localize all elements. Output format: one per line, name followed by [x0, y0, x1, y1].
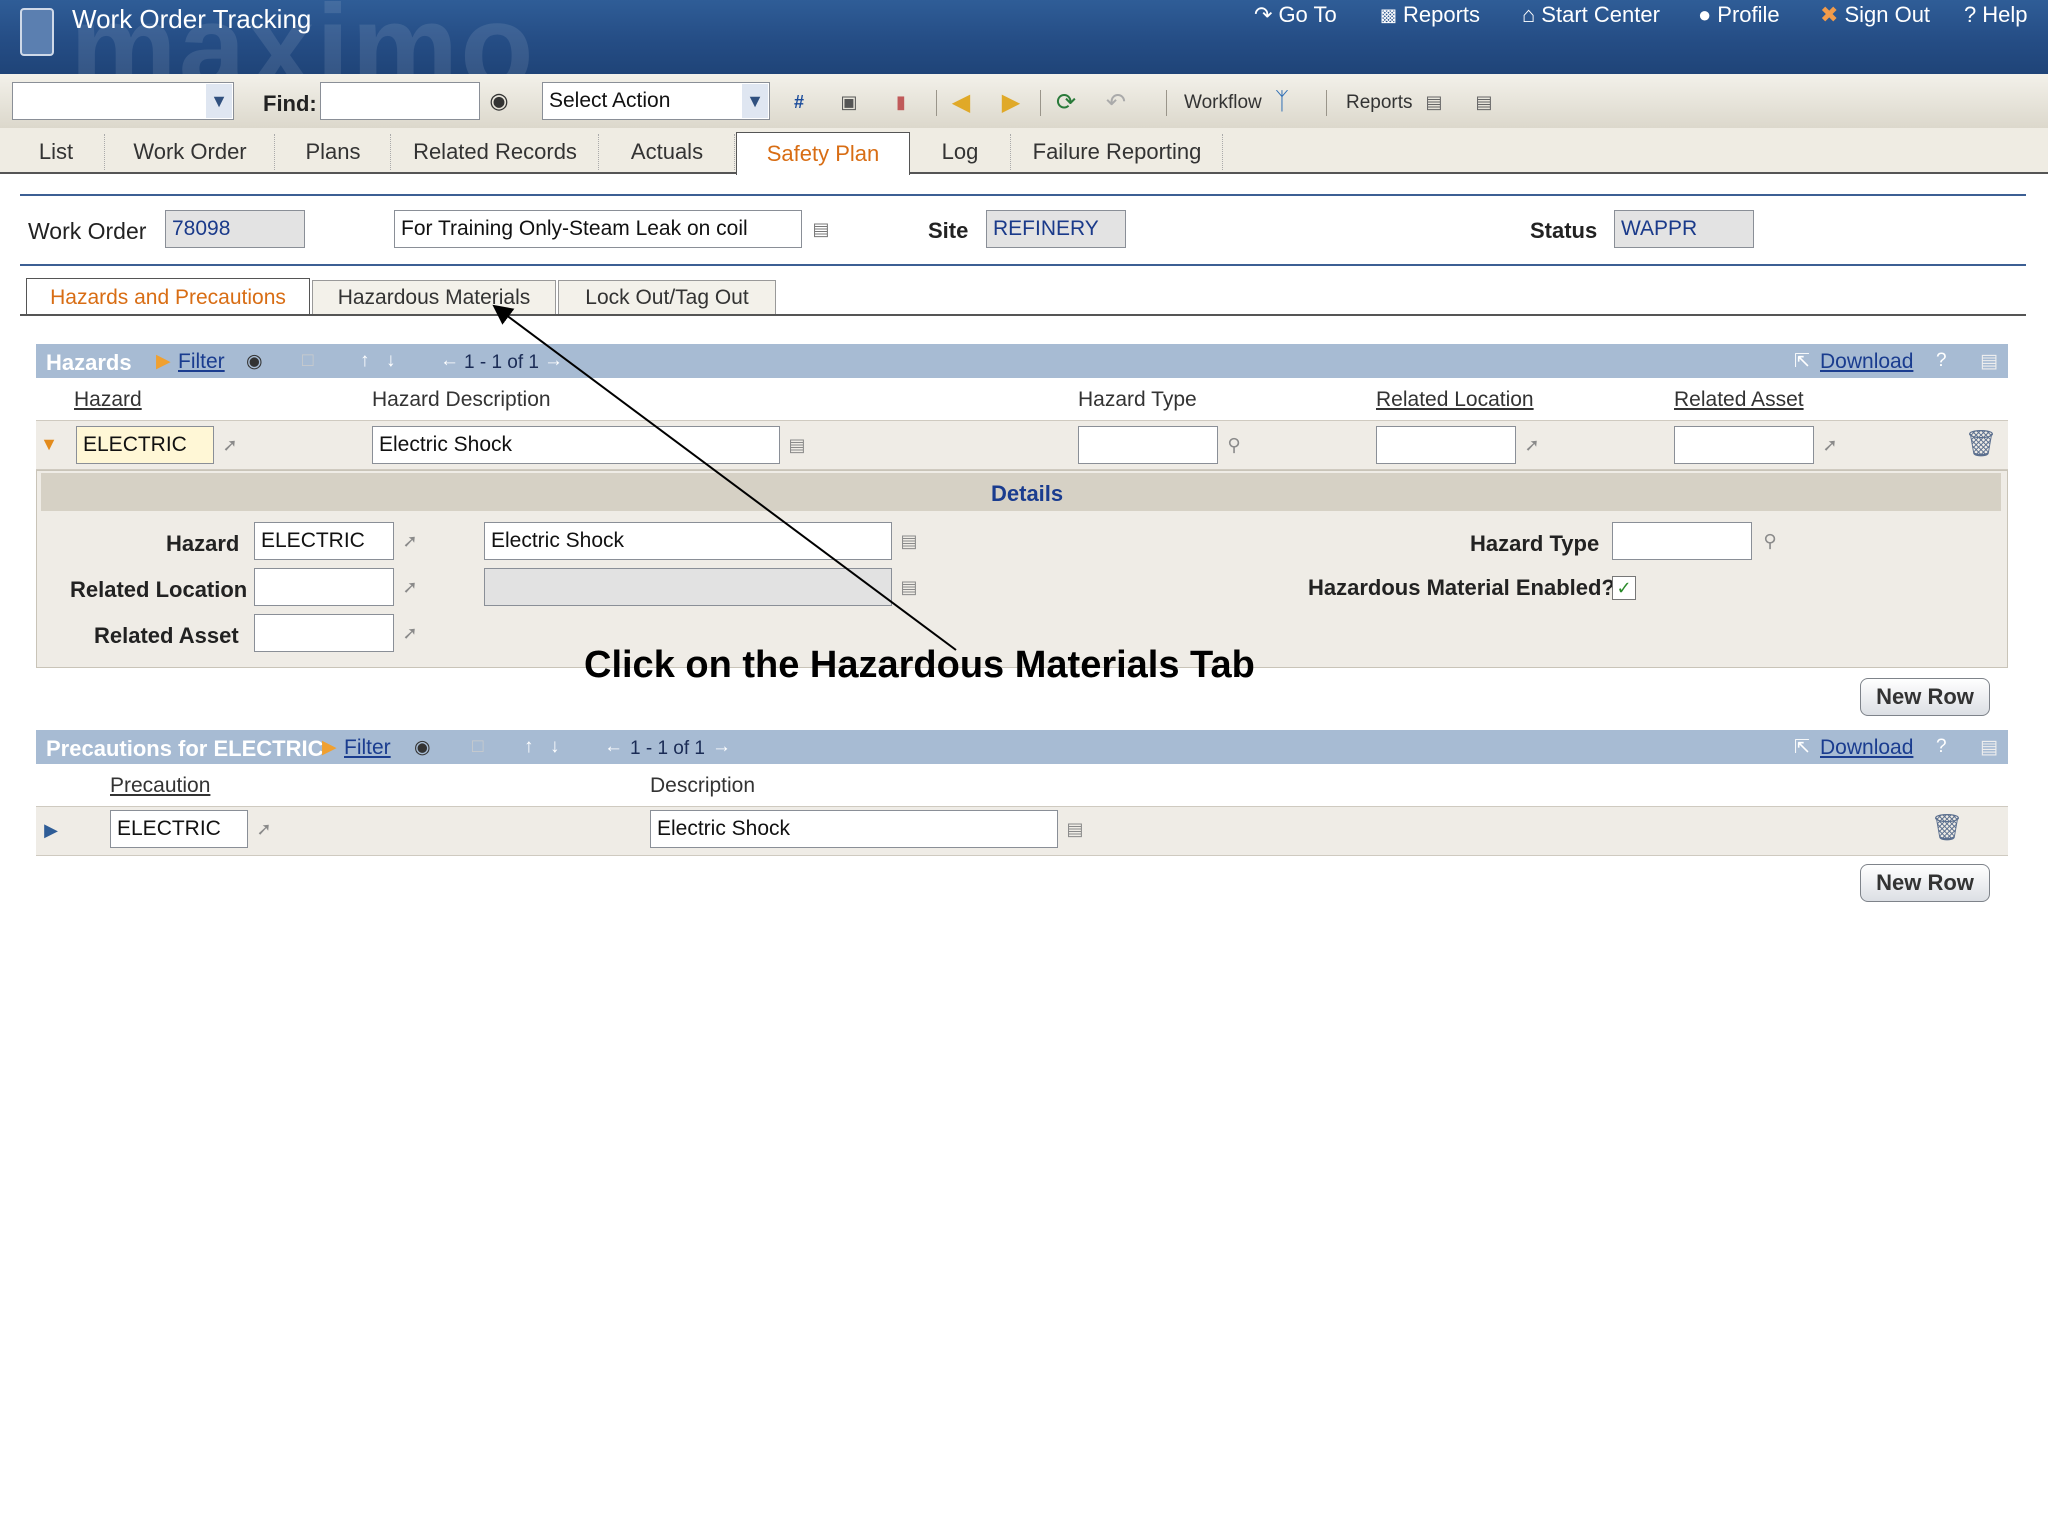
sort-up-icon[interactable]: ↑ [524, 736, 534, 758]
precaution-field[interactable]: ELECTRIC [110, 810, 248, 848]
precautions-new-row-button[interactable]: New Row [1860, 864, 1990, 902]
annotation-arrow [492, 304, 957, 651]
delete-trash-icon[interactable]: 🗑 [1931, 810, 1964, 844]
prev-page-icon[interactable]: ← [604, 736, 623, 758]
precautions-table-bar: Precautions for ELECTRIC ▶ Filter ◉ □ ↑ … [36, 730, 2008, 764]
table-collapse-icon[interactable]: ▤ [1980, 736, 1998, 759]
precaution-description-field[interactable]: Electric Shock [650, 810, 1058, 848]
filter-arrow-icon: ▶ [322, 737, 337, 758]
sort-down-icon[interactable]: ↓ [550, 736, 560, 758]
precautions-title: Precautions for ELECTRIC [46, 736, 324, 761]
precautions-paging: 1 - 1 of 1 [630, 738, 705, 759]
help-question-icon[interactable]: ? [1936, 736, 1947, 758]
lookup-arrow-icon[interactable]: ➚ [252, 814, 276, 844]
col-precaution[interactable]: Precaution [110, 774, 210, 798]
download-icon[interactable]: ⇱ [1794, 736, 1810, 759]
precautions-filter-link[interactable]: Filter [344, 736, 391, 760]
next-page-icon[interactable]: → [712, 736, 731, 758]
long-description-icon[interactable]: ▤ [1064, 814, 1086, 844]
precautions-download-link[interactable]: Download [1820, 736, 1913, 760]
hazards-new-row-button[interactable]: New Row [1860, 678, 1990, 716]
annotation-text: Click on the Hazardous Materials Tab [584, 644, 1255, 686]
clear-filter-icon[interactable]: □ [472, 736, 483, 758]
binoculars-icon[interactable]: ◉ [414, 736, 431, 759]
col-precaution-description: Description [650, 774, 756, 797]
row-collapsed-triangle-icon[interactable]: ▶ [40, 816, 62, 844]
